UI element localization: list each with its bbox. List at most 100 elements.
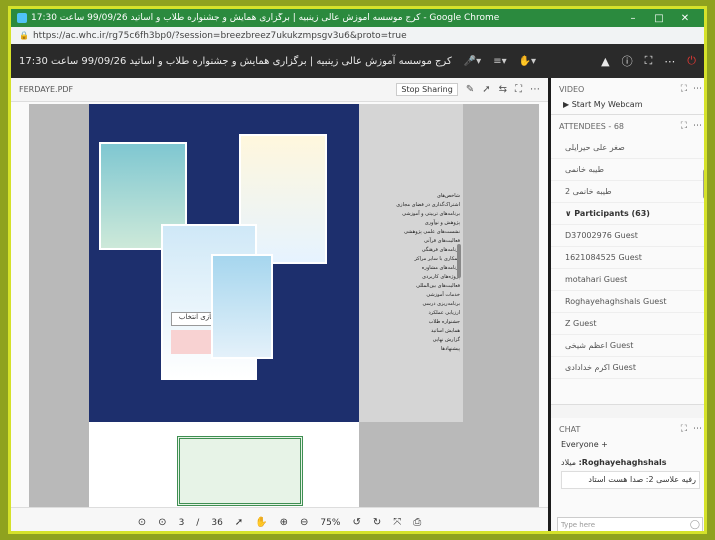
sync-icon[interactable]: ⇆: [499, 84, 507, 95]
chat-message: Roghayehaghshals: میلاد: [561, 458, 667, 467]
page-separator: /: [196, 517, 200, 528]
meeting-toolbar: 17:30 کرج موسسه آموزش عالی زینبیه | برگز…: [11, 44, 704, 78]
attendee-row[interactable]: motahari Guest: [551, 269, 704, 291]
list-item: پروژه‌های کاربردی: [422, 274, 460, 280]
more-icon[interactable]: ⋯: [664, 55, 675, 68]
list-item: گزارش نهایی: [432, 337, 460, 343]
share-pod: FERDAYE.PDF Stop Sharing ✎ ➚ ⇆ ⛶ ⋯ لیست …: [11, 78, 548, 531]
rotate-right-icon[interactable]: ↻: [373, 517, 381, 528]
list-item: همایش اساتید: [430, 328, 460, 334]
page-lower: [89, 422, 359, 507]
window-title: کرج موسسه آموزش عالی زینبیه | برگزاری هم…: [31, 13, 500, 23]
browser-titlebar: کرج موسسه آموزش عالی زینبیه | برگزاری هم…: [11, 9, 704, 27]
attendee-row[interactable]: Roghayehaghshals Guest: [551, 291, 704, 313]
list-item: جشنواره طلاب: [428, 319, 460, 325]
poster-image: [211, 254, 273, 359]
rotate-left-icon[interactable]: ↺: [352, 517, 360, 528]
speaker-icon[interactable]: ≡▾: [493, 56, 506, 67]
attendees-scrollbar[interactable]: [703, 169, 704, 199]
pointer-icon[interactable]: ➚: [482, 84, 490, 95]
minimize-icon[interactable]: –: [620, 13, 646, 24]
list-item: فعالیت‌های قرآنی: [423, 238, 460, 244]
attendee-row[interactable]: D37002976 Guest: [551, 225, 704, 247]
url-text[interactable]: https://ac.whc.ir/rg75c6fh3bp0/?session=…: [33, 31, 407, 41]
screen-frame: کرج موسسه آموزش عالی زینبیه | برگزاری هم…: [8, 6, 707, 534]
pod-menu-icon[interactable]: ⋯: [530, 84, 540, 95]
zoom-select[interactable]: 75%: [320, 518, 340, 528]
list-item: اشتراک‌گذاری در فضای مجازی: [396, 202, 460, 208]
attendee-row[interactable]: طیبه خانمی: [551, 159, 704, 181]
certificate-image: [177, 436, 303, 506]
chat-recipient[interactable]: Everyone +: [551, 440, 704, 456]
close-icon[interactable]: ✕: [672, 13, 698, 24]
raise-hand-icon[interactable]: ✋▾: [519, 56, 536, 67]
attendee-row[interactable]: اکرم خدادادی Guest: [551, 357, 704, 379]
chat-pod: CHAT ⛶ ⋯ Everyone + Roghayehaghshals: می…: [551, 418, 704, 531]
hand-tool-icon[interactable]: ✋: [255, 517, 267, 528]
document-controls: ⊙ ⊙ 3 / 36 ➚ ✋ ⊕ ⊖ 75% ↺ ↻ ⤧ ⎙: [11, 507, 548, 531]
chrome-icon: [17, 13, 27, 23]
list-item: برنامه‌های مشاوره: [421, 265, 460, 271]
lock-icon: 🔒: [19, 31, 29, 40]
document-scrollbar[interactable]: [457, 244, 461, 278]
chat-pod-title: CHAT: [559, 424, 581, 434]
fullscreen-icon[interactable]: ⛶: [645, 54, 653, 68]
share-pod-header: FERDAYE.PDF Stop Sharing ✎ ➚ ⇆ ⛶ ⋯: [11, 78, 548, 102]
power-icon[interactable]: ⏻: [687, 54, 696, 68]
chat-menu-icon[interactable]: ⋯: [693, 424, 702, 434]
list-item: خدمات آموزشی: [426, 292, 460, 298]
attendees-pod: ATTENDEES - 68 ⛶ ⋯ صغر علی حیرایلی طیبه …: [551, 115, 704, 405]
page-number-input[interactable]: 3: [179, 518, 185, 528]
pdf-page: لیست مجازی انتخاب: [89, 104, 359, 507]
list-item: پژوهش و نوآوری: [424, 220, 460, 226]
list-item: پیشنهادها: [440, 346, 460, 352]
prev-page-icon[interactable]: ⊙: [138, 517, 146, 528]
video-pod: VIDEO ⛶ ⋯ ▶ Start My Webcam: [551, 78, 704, 115]
document-view[interactable]: لیست مجازی انتخاب شاخص‌های اشتراک‌گذاری …: [29, 104, 539, 507]
maximize-icon[interactable]: □: [646, 13, 672, 24]
video-menu-icon[interactable]: ⋯: [693, 84, 702, 94]
pointer-tool-icon[interactable]: ➚: [235, 517, 243, 528]
item-list: شاخص‌های اشتراک‌گذاری در فضای مجازی برنا…: [359, 104, 463, 422]
microphone-icon[interactable]: 🎤▾: [464, 56, 481, 67]
send-icon[interactable]: ◯: [690, 520, 700, 530]
pen-icon[interactable]: ✎: [466, 84, 474, 95]
video-fullscreen-icon[interactable]: ⛶: [681, 84, 687, 94]
attendee-row[interactable]: صغر علی حیرایلی: [551, 137, 704, 159]
address-bar[interactable]: 🔒 https://ac.whc.ir/rg75c6fh3bp0/?sessio…: [11, 27, 704, 44]
list-item: ارزیابی عملکرد: [428, 310, 460, 316]
chat-message: رفیه علاسی 2: صدا هست استاد: [561, 471, 700, 489]
attendee-row[interactable]: Z Guest: [551, 313, 704, 335]
attendees-menu-icon[interactable]: ⋯: [693, 121, 702, 131]
signal-icon: ▲: [601, 54, 610, 68]
list-item: نشست‌های علمی پژوهشی: [403, 229, 460, 235]
attendee-row[interactable]: 1621084525 Guest: [551, 247, 704, 269]
meeting-title: 17:30 کرج موسسه آموزش عالی زینبیه | برگز…: [19, 55, 452, 67]
attendee-row[interactable]: طیبه خانمی 2: [551, 181, 704, 203]
fit-icon[interactable]: ⤧: [393, 517, 401, 528]
chat-fullscreen-icon[interactable]: ⛶: [681, 424, 687, 434]
attendees-fullscreen-icon[interactable]: ⛶: [681, 121, 687, 131]
chat-input[interactable]: Type here: [557, 517, 703, 531]
list-item: همکاری با سایر مراکز: [414, 256, 460, 262]
list-item: برنامه‌ریزی درسی: [422, 301, 461, 307]
next-page-icon[interactable]: ⊙: [158, 517, 166, 528]
download-icon[interactable]: ⎙: [413, 517, 421, 528]
attendee-row[interactable]: اعظم شیخی Guest: [551, 335, 704, 357]
chat-sender: Roghayehaghshals:: [578, 458, 667, 467]
add-icon[interactable]: +: [601, 440, 608, 449]
participants-group[interactable]: ∨ Participants (63): [551, 203, 704, 225]
start-webcam-button[interactable]: ▶ Start My Webcam: [551, 100, 704, 114]
list-item: برنامه‌های فرهنگی: [421, 247, 460, 253]
list-item: برنامه‌های تربیتی و آموزشی: [402, 211, 460, 217]
video-pod-title: VIDEO: [559, 84, 585, 94]
stop-sharing-button[interactable]: Stop Sharing: [396, 83, 458, 96]
page-total: 36: [211, 517, 223, 528]
info-icon[interactable]: ⓘ: [622, 53, 633, 69]
pod-fullscreen-icon[interactable]: ⛶: [515, 84, 522, 95]
file-name: FERDAYE.PDF: [19, 85, 74, 94]
attendees-pod-title: ATTENDEES - 68: [559, 121, 625, 131]
zoom-out-icon[interactable]: ⊖: [300, 517, 308, 528]
list-item: فعالیت‌های بین‌المللی: [416, 283, 460, 289]
zoom-in-icon[interactable]: ⊕: [280, 517, 288, 528]
